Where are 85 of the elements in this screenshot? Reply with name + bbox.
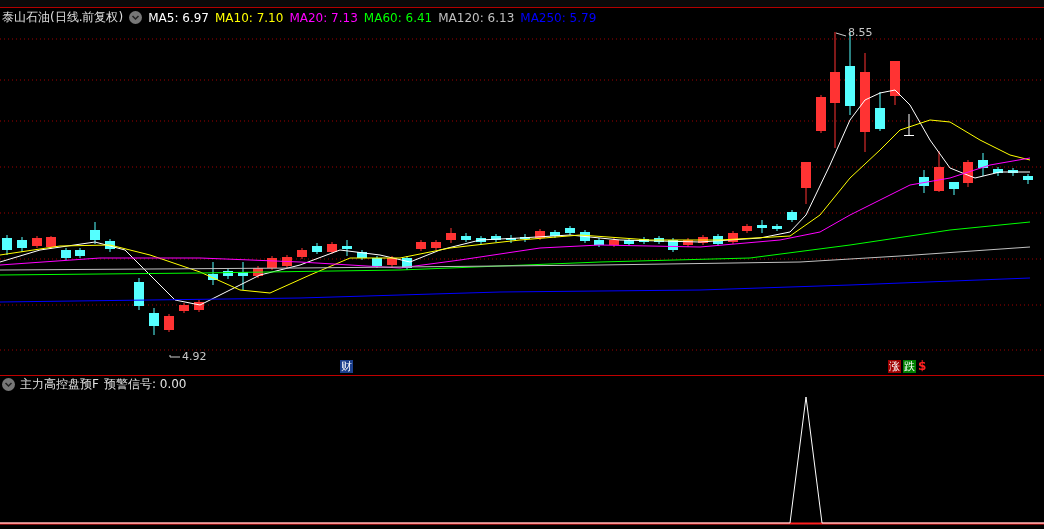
candlestick xyxy=(342,239,352,257)
leader-line xyxy=(169,354,181,358)
candlestick xyxy=(90,221,100,245)
event-marker[interactable]: 涨 xyxy=(888,360,901,373)
indicator-reading: 预警信号: 0.00 xyxy=(103,376,187,393)
candlestick xyxy=(134,277,144,311)
candlestick xyxy=(683,237,693,248)
moving-average-value: MA120: 6.13 xyxy=(438,10,515,25)
candlestick xyxy=(2,234,12,256)
moving-average-value: MA5: 6.97 xyxy=(148,10,209,25)
indicator-name: 主力高控盘预F xyxy=(20,376,99,393)
candlestick xyxy=(919,169,929,194)
candlestick xyxy=(963,159,973,188)
candlestick xyxy=(267,255,277,271)
candlestick xyxy=(387,255,397,268)
candlestick xyxy=(949,181,959,196)
candlestick xyxy=(46,235,56,250)
candlestick xyxy=(61,247,71,261)
dropdown-icon[interactable] xyxy=(2,378,15,391)
candlestick xyxy=(208,261,218,286)
candlestick xyxy=(223,267,233,280)
candlestick xyxy=(253,265,263,279)
candlestick xyxy=(816,94,826,134)
candlestick xyxy=(431,239,441,251)
moving-average-value: MA20: 7.13 xyxy=(289,10,358,25)
candlestick xyxy=(476,235,486,245)
candlestick xyxy=(491,233,501,243)
moving-average-value: MA10: 7.10 xyxy=(214,10,284,25)
candlestick xyxy=(312,242,322,255)
candlestick xyxy=(32,235,42,249)
candlestick xyxy=(550,229,560,239)
candlestick xyxy=(772,223,782,232)
event-marker[interactable]: 财 xyxy=(340,360,353,373)
candlestick xyxy=(654,235,664,245)
candlestick xyxy=(639,236,649,245)
event-marker[interactable]: 跌 xyxy=(903,360,916,373)
candlestick xyxy=(934,150,944,193)
candlestick xyxy=(357,249,367,261)
candlestick xyxy=(904,113,914,137)
price-label: 4.92 xyxy=(182,350,207,363)
candlestick xyxy=(668,237,678,253)
candlestick xyxy=(565,225,575,236)
candlestick xyxy=(1023,173,1033,185)
moving-average-value: MA250: 5.79 xyxy=(520,10,597,25)
candlestick xyxy=(506,234,516,244)
candlestick xyxy=(890,60,900,106)
candlestick xyxy=(149,307,159,336)
candlestick xyxy=(17,236,27,253)
candlestick xyxy=(698,234,708,246)
chart-title: 泰山石油(日线.前复权) xyxy=(2,9,124,26)
candlestick xyxy=(446,227,456,244)
candlestick xyxy=(194,299,204,313)
dropdown-icon[interactable] xyxy=(129,11,143,24)
moving-average-value: MA60: 6.41 xyxy=(363,10,433,25)
candlestick xyxy=(535,228,545,241)
candlestick xyxy=(801,161,811,205)
candlestick xyxy=(787,209,797,223)
leader-line xyxy=(835,32,847,37)
candlestick xyxy=(728,230,738,245)
candlestick xyxy=(875,91,885,132)
candlestick xyxy=(416,239,426,252)
dollar-marker[interactable]: $ xyxy=(918,360,927,373)
candlestick xyxy=(993,166,1003,177)
candlestick xyxy=(978,152,988,177)
candlestick xyxy=(609,237,619,248)
candlestick xyxy=(327,241,337,255)
candlestick xyxy=(624,237,634,247)
candlestick xyxy=(520,233,530,243)
candlestick xyxy=(372,255,382,269)
candlestick xyxy=(282,254,292,269)
candlestick xyxy=(1008,167,1018,177)
price-label: 8.55 xyxy=(848,26,873,39)
candlestick xyxy=(105,238,115,253)
candlestick xyxy=(238,261,248,291)
candlestick xyxy=(297,247,307,260)
candlestick xyxy=(742,223,752,234)
candlestick xyxy=(75,247,85,259)
candlestick xyxy=(580,229,590,244)
candlestick xyxy=(179,302,189,314)
candlestick xyxy=(402,255,412,271)
candlestick xyxy=(757,219,767,234)
candlestick xyxy=(164,313,174,333)
candlestick xyxy=(713,233,723,247)
candlestick xyxy=(594,237,604,248)
candlestick xyxy=(461,232,471,243)
